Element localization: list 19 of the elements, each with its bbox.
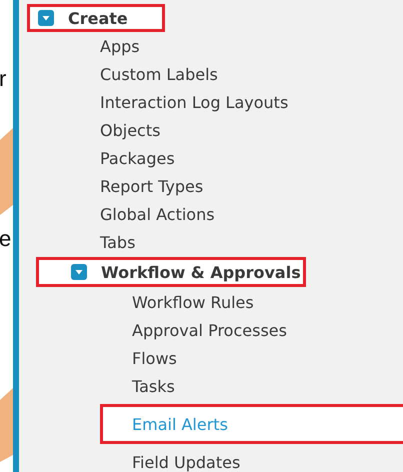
cut-off-text: e [0,228,12,250]
menu-item[interactable]: Field Updates [132,452,240,472]
menu-item[interactable]: Approval Processes [132,320,287,340]
menu-item[interactable]: Tabs [100,232,136,252]
menu-item[interactable]: Tasks [132,376,175,396]
menu-item[interactable]: Flows [132,348,177,368]
menu-item[interactable]: Global Actions [100,204,215,224]
menu-item[interactable]: Interaction Log Layouts [100,92,288,112]
menu-item[interactable]: Workflow Rules [132,292,254,312]
menu-item[interactable]: Packages [100,148,175,168]
menu-item[interactable]: Apps [100,36,140,56]
menu-item[interactable]: Custom Labels [100,64,218,84]
expand-icon[interactable] [71,264,87,280]
section-header[interactable]: Workflow & Approvals [101,262,301,282]
expand-icon[interactable] [38,10,54,26]
cut-off-text: r [0,68,6,90]
section-header[interactable]: Create [68,8,128,28]
menu-item[interactable]: Report Types [100,176,204,196]
menu-item[interactable]: Objects [100,120,160,140]
